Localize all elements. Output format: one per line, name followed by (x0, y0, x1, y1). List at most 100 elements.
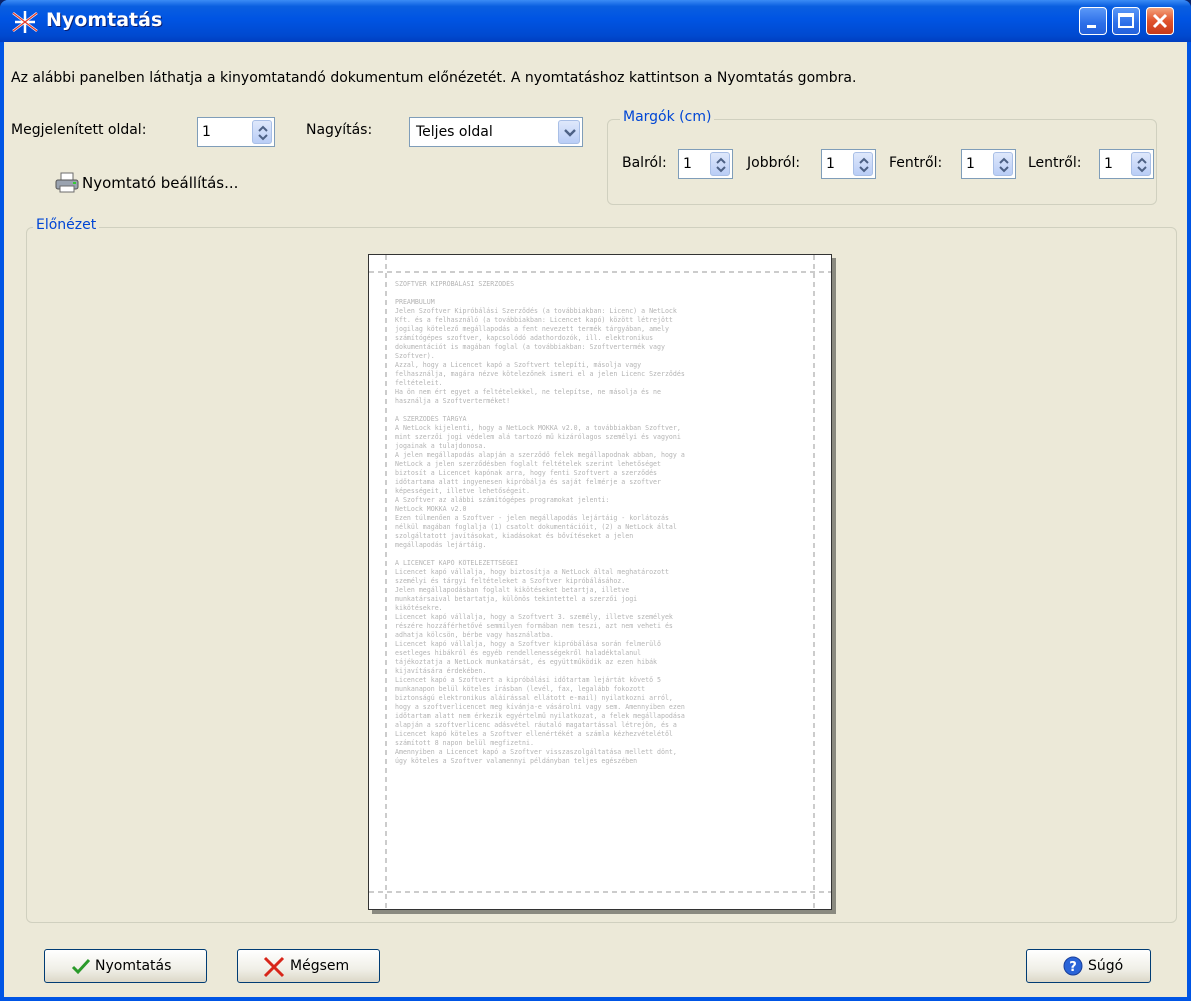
preview-text-line: adhatja kölcsön, bérbe vagy használatba. (395, 631, 554, 639)
help-icon: ? (1063, 956, 1083, 976)
close-icon (1152, 13, 1168, 29)
dialog-body: Az alábbi panelben láthatja a kinyomtata… (4, 42, 1187, 997)
title-bar[interactable]: Nyomtatás (0, 0, 1191, 42)
margin-left-spinner[interactable]: 1 (678, 149, 733, 179)
instruction-text: Az alábbi panelben láthatja a kinyomtata… (11, 70, 857, 86)
preview-text-line: kikötésekre. (395, 604, 443, 612)
print-button[interactable]: Nyomtatás (44, 949, 207, 983)
margin-left-label: Balról: (622, 155, 667, 171)
preview-text-line: Licencet kapó vállalja, hogy a Szoftver … (395, 640, 661, 648)
preview-text-line (395, 550, 805, 559)
margin-right-label: Jobbról: (747, 155, 801, 171)
preview-text-line: biztosít a Licencet kapónak arra, hogy f… (395, 469, 658, 477)
margin-top-label: Fentről: (889, 155, 943, 171)
preview-text-line: részére hozzáférhetővé semmilyen formába… (395, 622, 673, 630)
spinner-arrows-icon[interactable] (710, 152, 730, 176)
preview-text-line: NetLock MOKKA v2.0 (395, 505, 467, 513)
preview-page[interactable]: SZOFTVER KIPRÓBÁLÁSI SZERZŐDÉS PREAMBULU… (368, 254, 832, 910)
preview-text-line: kijavítására érdekében. (395, 667, 487, 675)
preview-text-line: dokumentációt is magában foglal (a továb… (395, 343, 665, 351)
preview-text-line: tájékoztatja a NetLock munkatársát, és e… (395, 658, 658, 666)
preview-text-line: esetleges hibákról és egyéb rendelleness… (395, 649, 642, 657)
cancel-button[interactable]: Mégsem (237, 949, 380, 983)
preview-text-line: A SZERZŐDÉS TÁRGYA (395, 415, 467, 423)
margin-bottom-value: 1 (1104, 156, 1113, 172)
margins-group-title: Margók (cm) (620, 109, 715, 125)
preview-text-line: Licencet kapó vállalja, hogy biztosítja … (395, 568, 669, 576)
close-button[interactable] (1146, 7, 1174, 35)
zoom-label: Nagyítás: (306, 122, 373, 138)
page-spinner[interactable]: 1 (197, 117, 275, 147)
preview-text-line: szolgáltatott javításokat, kiadásokat és… (395, 532, 634, 540)
preview-text-line: számítógépes szoftver, kapcsolódó adatho… (395, 334, 654, 342)
preview-text-line: Licencet kapó vállalja, hogy a Szoftvert… (395, 613, 673, 621)
preview-text-line: Ha ön nem ért egyet a feltételekkel, ne … (395, 388, 661, 396)
preview-text-line: időtartam alatt nem érkezik egyértelmű n… (395, 712, 685, 720)
cancel-button-label: Mégsem (290, 958, 350, 974)
preview-text-line: Jelen Szoftver Kipróbálási Szerződés (a … (395, 307, 677, 315)
preview-group: Előnézet SZOFTVER KIPRÓBÁLÁSI SZERZŐDÉS … (26, 217, 1177, 923)
print-button-label: Nyomtatás (95, 958, 172, 974)
preview-text-line: felhasználja, magára nézve kötelezőnek i… (395, 370, 685, 378)
margins-group: Margók (cm) Balról: 1 Jobbról: 1 Fentről… (607, 109, 1157, 205)
preview-text-line: A Szoftver az alábbi számítógépes progra… (395, 496, 610, 504)
preview-text-line: Szoftver). (395, 352, 435, 360)
minimize-button[interactable] (1079, 7, 1107, 35)
cancel-x-icon (263, 956, 285, 978)
maximize-button[interactable] (1112, 7, 1140, 35)
margin-left-value: 1 (683, 156, 692, 172)
preview-text-line: feltételeit. (395, 379, 443, 387)
preview-text-line: jogainak a tulajdonosa. (395, 442, 487, 450)
preview-text-line: A LICENCET KAPÓ KÖTELEZETTSÉGEI (395, 559, 519, 567)
preview-text-line: PREAMBULUM (395, 298, 435, 306)
preview-text-line: mint szerzői jogi védelem alá tartozó mű… (395, 433, 681, 441)
help-button[interactable]: ? Súgó (1026, 949, 1151, 983)
margin-right-value: 1 (826, 156, 835, 172)
preview-text-line: nélkül magában foglalja (1) csatolt doku… (395, 523, 677, 531)
minimize-icon (1087, 25, 1096, 28)
preview-text-line: időtartama alatt ingyenesen kipróbálja é… (395, 478, 661, 486)
preview-text-line: úgy köteles a Szoftver valamennyi példán… (395, 757, 638, 765)
preview-text-line: Licencet kapó a Szoftvert a kipróbálási … (395, 676, 661, 684)
preview-text-line: biztonságú elektronikus aláírással ellát… (395, 694, 673, 702)
preview-text-line: jogilag kötelező megállapodás a fent nev… (395, 325, 669, 333)
preview-text-line: Azzal, hogy a Licencet kapó a Szoftvert … (395, 361, 642, 369)
printer-settings-label: Nyomtató beállítás... (82, 174, 239, 192)
preview-text-line: Kft. és a felhasználó (a továbbiakban: L… (395, 316, 673, 324)
print-dialog-window: Nyomtatás Az alábbi panelben láthatja a … (0, 0, 1191, 1001)
spinner-arrows-icon[interactable] (252, 120, 272, 144)
preview-text-line: munkatársaival betartatja, különös tekin… (395, 595, 638, 603)
preview-text-line: A jelen megállapodás alapján a szerződő … (395, 451, 685, 459)
margin-bottom-spinner[interactable]: 1 (1099, 149, 1154, 179)
preview-text-line: képességeit, illetve lehetőségeit. (395, 487, 530, 495)
margin-bottom-label: Lentről: (1028, 155, 1082, 171)
zoom-value: Teljes oldal (416, 124, 493, 140)
preview-group-title: Előnézet (33, 217, 100, 233)
preview-text-line: személyi és tárgyi feltételeket a Szoftv… (395, 577, 626, 585)
chevron-down-icon[interactable] (558, 120, 580, 144)
preview-text-line: munkanapon belül köteles írásban (levél,… (395, 685, 646, 693)
printer-icon (55, 172, 79, 193)
preview-text-line: Jelen megállapodásban foglalt kikötéseke… (395, 586, 630, 594)
page-value: 1 (202, 124, 211, 140)
preview-text-line: hogy a szoftverlicencet meg kívánja-e vá… (395, 703, 685, 711)
preview-text-line (395, 289, 805, 298)
preview-text-line: alapján a szoftverlicenc adásvétel ráuta… (395, 721, 677, 729)
help-button-label: Súgó (1088, 958, 1124, 974)
preview-text-line (395, 406, 805, 415)
margin-top-spinner[interactable]: 1 (961, 149, 1016, 179)
preview-text-line: Licencet kapó köteles a Szoftver ellenér… (395, 730, 673, 738)
window-title: Nyomtatás (46, 9, 163, 31)
spinner-arrows-icon[interactable] (993, 152, 1013, 176)
preview-text-line: számított 8 napon belül megfizetni. (395, 739, 534, 747)
app-logo-icon (12, 11, 38, 33)
spinner-arrows-icon[interactable] (853, 152, 873, 176)
preview-text-line: megállapodás lejártáig. (395, 541, 487, 549)
preview-text-line: Ezen túlmenően a Szoftver - jelen megáll… (395, 514, 669, 522)
preview-text-line: Amennyiben a Licencet kapó a Szoftver vi… (395, 748, 677, 756)
margin-right-spinner[interactable]: 1 (821, 149, 876, 179)
spinner-arrows-icon[interactable] (1131, 152, 1151, 176)
svg-text:?: ? (1069, 960, 1077, 975)
preview-text-line: A NetLock kijelenti, hogy a NetLock MOKK… (395, 424, 681, 432)
zoom-select[interactable]: Teljes oldal (409, 117, 583, 147)
